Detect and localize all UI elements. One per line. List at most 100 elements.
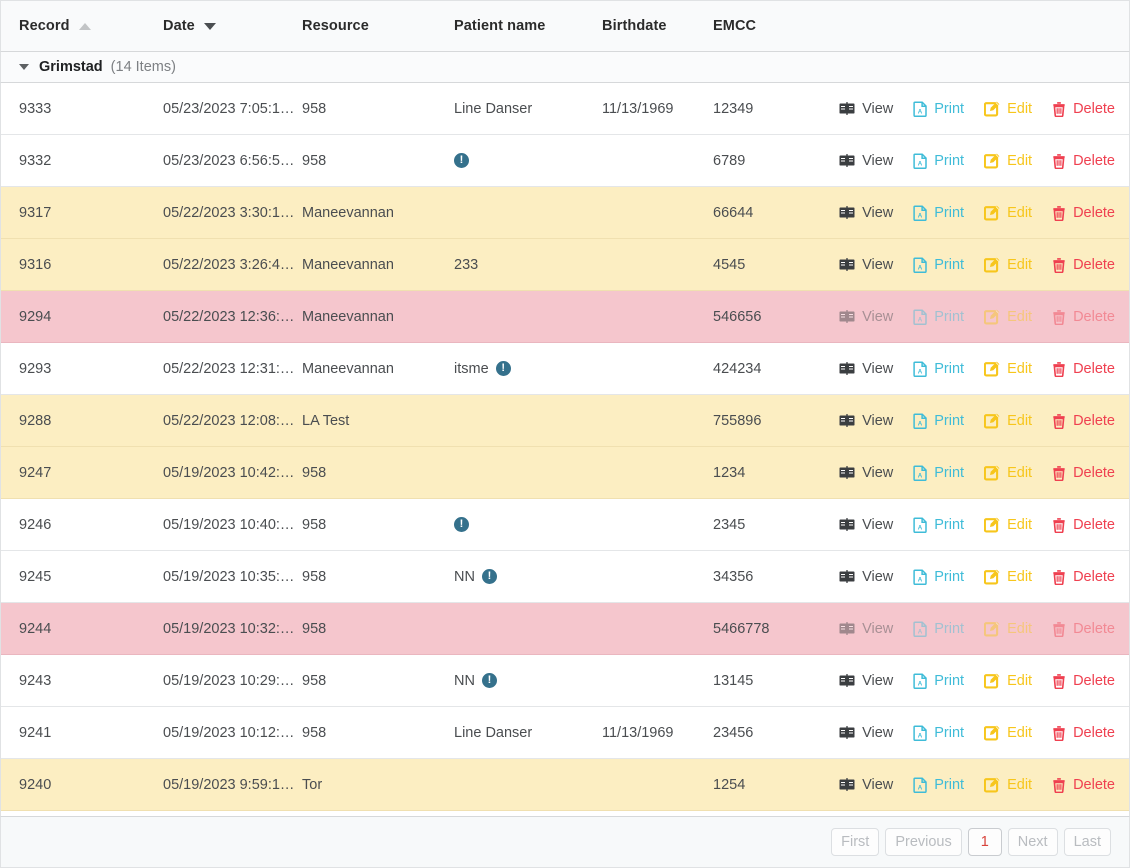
view-action-button[interactable]: View	[839, 257, 893, 273]
print-action-button[interactable]: A Print	[913, 777, 964, 793]
delete-action-button[interactable]: Delete	[1052, 621, 1115, 637]
table-row[interactable]: 9246 05/19/2023 10:40:… 958! 2345 View A Print…	[1, 499, 1129, 551]
print-action-button[interactable]: A Print	[913, 673, 964, 689]
delete-action-button[interactable]: Delete	[1052, 205, 1115, 221]
table-row[interactable]: 9317 05/22/2023 3:30:1… Maneevannan 66644 Vi…	[1, 187, 1129, 239]
table-row[interactable]: 9332 05/23/2023 6:56:5… 958! 6789 View A Print…	[1, 135, 1129, 187]
edit-action-button[interactable]: Edit	[983, 205, 1032, 221]
column-header-emcc[interactable]: EMCC	[713, 1, 836, 51]
view-action-button[interactable]: View	[839, 517, 893, 533]
delete-action-button[interactable]: Delete	[1052, 673, 1115, 689]
info-icon[interactable]: !	[495, 361, 511, 376]
column-header-patient-name[interactable]: Patient name	[454, 1, 602, 51]
view-action-button[interactable]: View	[839, 361, 893, 377]
table-row[interactable]: 9288 05/22/2023 12:08:… LA Test 755896 View A…	[1, 395, 1129, 447]
print-action-button[interactable]: A Print	[913, 257, 964, 273]
view-action-button[interactable]: View	[839, 465, 893, 481]
view-action-button[interactable]: View	[839, 621, 893, 637]
view-action-button[interactable]: View	[839, 725, 893, 741]
view-action-button[interactable]: View	[839, 205, 893, 221]
print-action-button[interactable]: A Print	[913, 309, 964, 325]
delete-action-button[interactable]: Delete	[1052, 465, 1115, 481]
pagination-last-button[interactable]: Last	[1063, 828, 1111, 856]
delete-action-button[interactable]: Delete	[1052, 309, 1115, 325]
print-action-button[interactable]: A Print	[913, 621, 964, 637]
info-icon[interactable]: !	[481, 569, 497, 584]
print-action-button[interactable]: A Print	[913, 517, 964, 533]
chevron-down-icon[interactable]	[19, 64, 29, 70]
print-action-button[interactable]: A Print	[913, 725, 964, 741]
delete-action-button[interactable]: Delete	[1052, 153, 1115, 169]
pagination-previous-button[interactable]: Previous	[885, 828, 962, 856]
print-action-button[interactable]: A Print	[913, 205, 964, 221]
cell-actions: View A Print Edit Delete	[836, 569, 1129, 585]
pagination-page-1-button[interactable]: 1	[967, 828, 1002, 856]
table-row[interactable]: 9316 05/22/2023 3:26:4… Maneevannan 233 4545…	[1, 239, 1129, 291]
column-header-birthdate[interactable]: Birthdate	[602, 1, 713, 51]
table-row[interactable]: 9293 05/22/2023 12:31:… Maneevannan itsme! 4…	[1, 343, 1129, 395]
column-header-date[interactable]: Date	[163, 1, 302, 51]
edit-action-button[interactable]: Edit	[983, 309, 1032, 325]
table-row[interactable]: 9240 05/19/2023 9:59:1… Tor 1254 View A Print E…	[1, 759, 1129, 811]
edit-action-button[interactable]: Edit	[983, 673, 1032, 689]
edit-action-button[interactable]: Edit	[983, 361, 1032, 377]
column-header-resource[interactable]: Resource	[302, 1, 454, 51]
table-row[interactable]: 9241 05/19/2023 10:12:… 958 Line Danser 11/1…	[1, 707, 1129, 759]
edit-action-button[interactable]: Edit	[983, 569, 1032, 585]
table-row[interactable]: 9333 05/23/2023 7:05:1… 958 Line Danser 11/1…	[1, 83, 1129, 135]
delete-action-button[interactable]: Delete	[1052, 413, 1115, 429]
column-header-date-label: Date	[163, 18, 195, 34]
print-action-button[interactable]: A Print	[913, 465, 964, 481]
delete-action-button[interactable]: Delete	[1052, 777, 1115, 793]
cell-resource: Maneevannan	[302, 308, 394, 325]
info-icon[interactable]: !	[481, 673, 497, 688]
print-action-button[interactable]: A Print	[913, 569, 964, 585]
trash-icon	[1052, 517, 1066, 533]
svg-text:A: A	[918, 524, 923, 531]
delete-action-button[interactable]: Delete	[1052, 725, 1115, 741]
group-name: Grimstad	[39, 59, 103, 75]
group-header-grimstad[interactable]: Grimstad (14 Items)	[0, 52, 1130, 83]
info-icon[interactable]: !	[454, 517, 469, 532]
pagination-first-button[interactable]: First	[831, 828, 880, 856]
edit-action-button[interactable]: Edit	[983, 777, 1032, 793]
table-row[interactable]: 9247 05/19/2023 10:42:… 958 1234 View A Print E…	[1, 447, 1129, 499]
cell-emcc: 23456	[713, 724, 754, 741]
print-action-button[interactable]: A Print	[913, 101, 964, 117]
svg-text:A: A	[918, 160, 923, 167]
delete-action-button[interactable]: Delete	[1052, 101, 1115, 117]
view-action-button[interactable]: View	[839, 777, 893, 793]
delete-action-button[interactable]: Delete	[1052, 569, 1115, 585]
edit-action-button[interactable]: Edit	[983, 413, 1032, 429]
view-action-button[interactable]: View	[839, 153, 893, 169]
edit-action-label: Edit	[1007, 152, 1033, 169]
table-row[interactable]: 9294 05/22/2023 12:36:… Maneevannan 546656 V…	[1, 291, 1129, 343]
edit-action-button[interactable]: Edit	[983, 152, 1033, 169]
table-row[interactable]: 9243 05/19/2023 10:29:… 958 NN! 13145 View A Pr…	[1, 655, 1129, 707]
view-action-button[interactable]: View	[839, 101, 893, 117]
edit-action-button[interactable]: Edit	[983, 465, 1032, 481]
delete-action-button[interactable]: Delete	[1052, 361, 1115, 377]
sort-ascending-icon[interactable]	[78, 22, 91, 30]
view-action-button[interactable]: View	[839, 673, 893, 689]
table-row[interactable]: 9245 05/19/2023 10:35:… 958 NN! 34356 View A Pr…	[1, 551, 1129, 603]
delete-action-button[interactable]: Delete	[1052, 257, 1115, 273]
view-action-button[interactable]: View	[839, 309, 893, 325]
info-icon[interactable]: !	[454, 153, 469, 168]
edit-action-button[interactable]: Edit	[983, 517, 1032, 533]
pencil-square-icon	[983, 361, 1000, 377]
edit-action-button[interactable]: Edit	[983, 621, 1032, 637]
view-action-button[interactable]: View	[839, 413, 893, 429]
print-action-button[interactable]: A Print	[913, 413, 964, 429]
print-action-button[interactable]: A Print	[913, 361, 964, 377]
edit-action-button[interactable]: Edit	[983, 725, 1032, 741]
view-action-button[interactable]: View	[839, 569, 893, 585]
column-header-record[interactable]: Record	[1, 1, 163, 51]
sort-descending-icon[interactable]	[203, 22, 216, 30]
print-action-button[interactable]: A Print	[913, 153, 964, 169]
edit-action-button[interactable]: Edit	[983, 257, 1032, 273]
table-row[interactable]: 9244 05/19/2023 10:32:… 958 5466778 View A Pri…	[1, 603, 1129, 655]
delete-action-button[interactable]: Delete	[1052, 517, 1115, 533]
pagination-next-button[interactable]: Next	[1007, 828, 1058, 856]
edit-action-button[interactable]: Edit	[983, 101, 1032, 117]
